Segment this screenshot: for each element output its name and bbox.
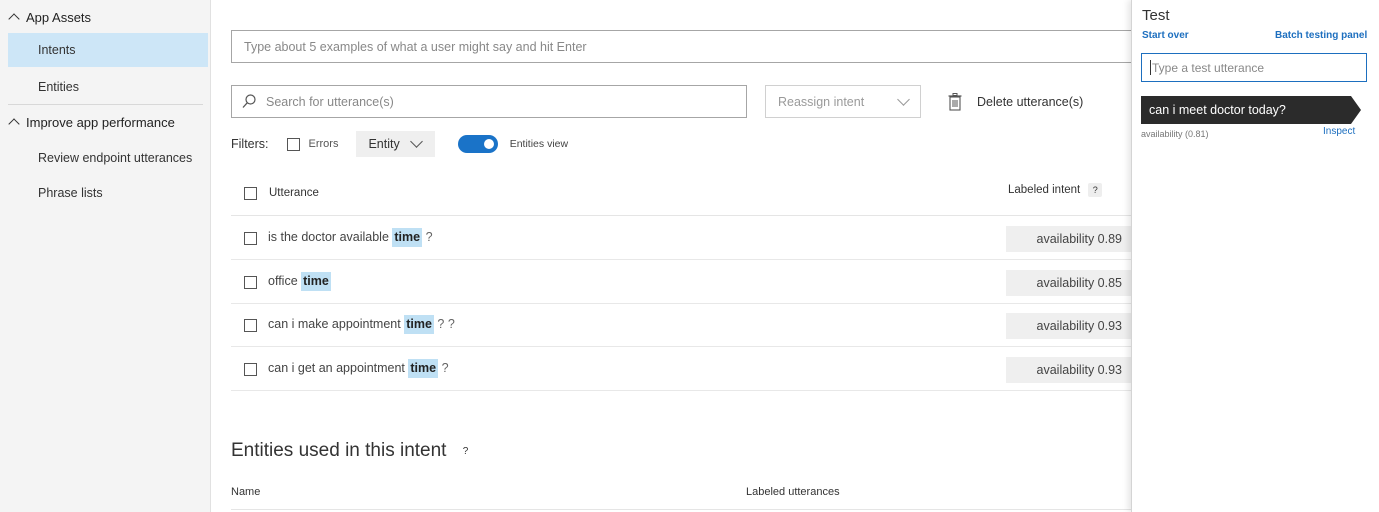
table-row[interactable]: can i get an appointment time ? availabi… (231, 348, 1136, 391)
test-utterance-bubble[interactable]: can i meet doctor today? (1141, 96, 1361, 124)
delete-utterances-label: Delete utterance(s) (977, 95, 1084, 109)
entity-label[interactable]: time (392, 228, 423, 247)
utterance-text[interactable]: is the doctor available time ? (268, 228, 433, 247)
labeled-intent-dropdown[interactable]: availability 0.85 (1006, 270, 1136, 296)
sidebar-item-entities[interactable]: Entities (8, 70, 208, 104)
entity-filter-label: Entity (368, 137, 400, 151)
chevron-down-icon (409, 135, 423, 148)
sidebar-item-label: Entities (38, 80, 79, 94)
sidebar-item-review-endpoint-utterances[interactable]: Review endpoint utterances (8, 141, 208, 175)
row-checkbox[interactable] (244, 319, 257, 332)
sidebar-section-label: App Assets (26, 9, 92, 25)
utterance-text-after: ? (425, 230, 433, 244)
table-row[interactable]: can i make appointment time ? ? availabi… (231, 304, 1136, 347)
help-icon[interactable]: ? (1088, 183, 1103, 197)
utterance-text-before: can i get an appointment (268, 361, 405, 375)
test-utterance-placeholder: Type a test utterance (1152, 60, 1265, 75)
labeled-intent-dropdown[interactable]: availability 0.93 (1006, 357, 1136, 383)
delete-utterances-button[interactable]: Delete utterance(s) (948, 90, 1083, 114)
entity-label[interactable]: time (404, 315, 434, 334)
column-header-labeled-utterances[interactable]: Labeled utterances (746, 486, 840, 498)
chevron-up-icon (8, 118, 20, 130)
row-checkbox[interactable] (244, 363, 257, 376)
table-row[interactable]: is the doctor available time ? availabil… (231, 217, 1136, 260)
utterance-text-before: is the doctor available (268, 230, 389, 244)
chevron-down-icon (897, 92, 910, 106)
table-row[interactable]: office time availability 0.85 (231, 261, 1136, 304)
errors-filter-label: Errors (308, 138, 339, 150)
test-panel-title: Test (1142, 7, 1170, 24)
entities-section-title-label: Entities used in this intent (231, 440, 447, 461)
entity-label[interactable]: time (408, 359, 439, 378)
inspect-link[interactable]: Inspect (1323, 126, 1355, 137)
utterance-table-header: Utterance Labeled intent ? (231, 170, 1131, 216)
batch-testing-panel-link[interactable]: Batch testing panel (1275, 30, 1367, 41)
text-cursor (1150, 60, 1151, 75)
filters-label: Filters: (231, 137, 269, 151)
search-icon (242, 94, 256, 108)
test-utterance-input[interactable]: Type a test utterance (1141, 53, 1367, 82)
entities-section-title: Entities used in this intent ? (231, 440, 472, 462)
sidebar: App Assets Intents Entities Improve app … (0, 0, 211, 512)
main-content: Type about 5 examples of what a user mig… (211, 0, 1136, 512)
row-checkbox[interactable] (244, 232, 257, 245)
trash-icon (948, 93, 962, 111)
sidebar-section-label: Improve app performance (26, 114, 175, 130)
utterance-text[interactable]: office time (268, 272, 331, 291)
column-header-labeled-intent: Labeled intent ? (1008, 183, 1103, 197)
sidebar-section-improve-app-performance[interactable]: Improve app performance (0, 105, 211, 139)
utterance-search-input[interactable]: Search for utterance(s) (231, 85, 747, 118)
labeled-intent-dropdown[interactable]: availability 0.93 (1006, 313, 1136, 339)
help-icon[interactable]: ? (458, 444, 472, 458)
filters-bar: Filters: Errors Entity Entities view (231, 131, 568, 157)
labeled-intent-dropdown[interactable]: availability 0.89 (1006, 226, 1136, 252)
sidebar-item-label: Review endpoint utterances (38, 151, 193, 165)
start-over-link[interactable]: Start over (1142, 30, 1189, 41)
table-divider (231, 509, 1131, 510)
entities-view-label: Entities view (509, 138, 569, 150)
column-header-name[interactable]: Name (231, 486, 260, 498)
reassign-intent-dropdown[interactable]: Reassign intent (765, 85, 921, 118)
utterance-text-before: office (268, 274, 298, 288)
column-header-utterance: Utterance (269, 187, 319, 199)
column-header-labeled-intent-label: Labeled intent (1008, 184, 1081, 196)
utterance-text[interactable]: can i make appointment time ? ? (268, 315, 455, 334)
entity-label[interactable]: time (301, 272, 331, 291)
sidebar-section-app-assets[interactable]: App Assets (0, 0, 211, 34)
entity-filter-dropdown[interactable]: Entity (356, 131, 435, 157)
test-utterance-text: can i meet doctor today? (1149, 103, 1286, 117)
toggle-knob (483, 139, 494, 149)
chevron-up-icon (8, 13, 20, 25)
row-checkbox[interactable] (244, 276, 257, 289)
sidebar-item-intents[interactable]: Intents (8, 33, 208, 67)
sidebar-item-phrase-lists[interactable]: Phrase lists (8, 176, 208, 210)
test-panel: Test Start over Batch testing panel Type… (1131, 0, 1379, 512)
entities-view-toggle[interactable] (457, 135, 498, 153)
utterance-text-before: can i make appointment (268, 317, 401, 331)
search-placeholder: Search for utterance(s) (266, 94, 394, 109)
utterance-text-after: ? (441, 361, 449, 375)
utterance-text-after: ? ? (437, 317, 455, 331)
sidebar-item-label: Phrase lists (38, 186, 103, 200)
sidebar-item-label: Intents (38, 43, 76, 57)
new-utterance-placeholder: Type about 5 examples of what a user mig… (244, 39, 587, 54)
errors-filter-checkbox[interactable] (286, 137, 300, 151)
reassign-intent-label: Reassign intent (778, 94, 865, 109)
new-utterance-input[interactable]: Type about 5 examples of what a user mig… (231, 30, 1136, 63)
test-result-intent: availability (0.81) (1141, 129, 1209, 139)
select-all-checkbox[interactable] (244, 187, 257, 200)
utterance-text[interactable]: can i get an appointment time ? (268, 359, 449, 378)
